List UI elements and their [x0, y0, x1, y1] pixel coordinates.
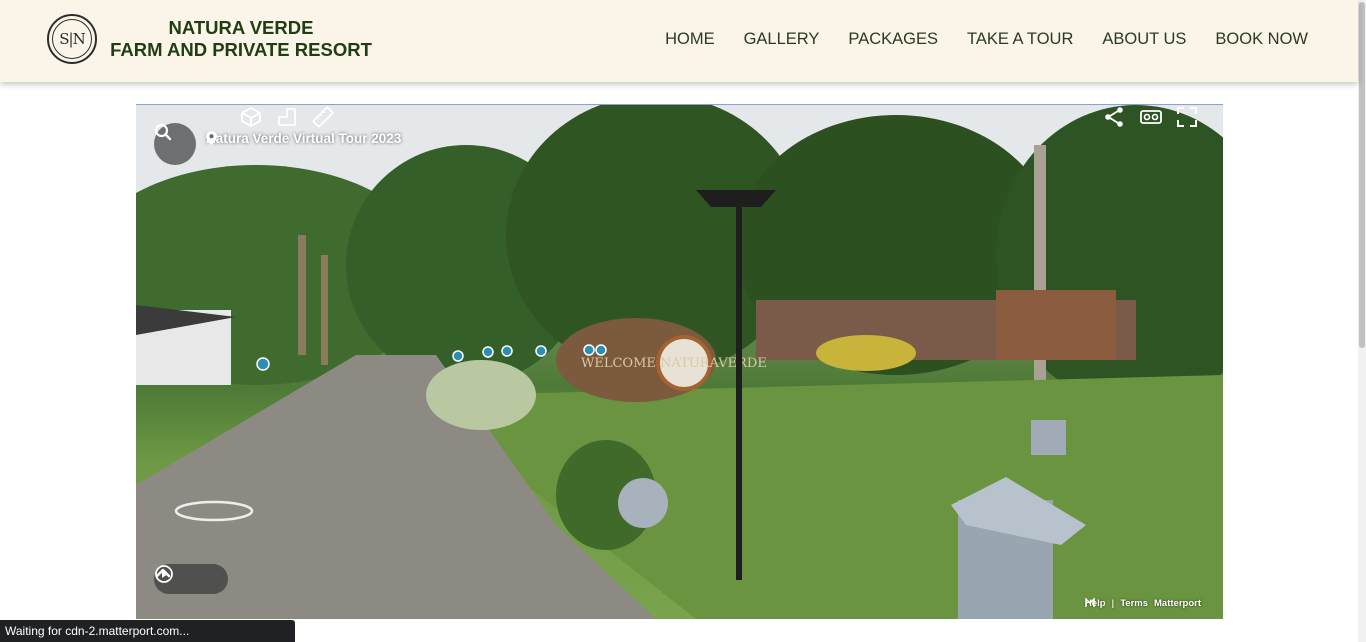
scrollbar-thumb[interactable]: [1359, 2, 1365, 348]
nav-packages[interactable]: PACKAGES: [848, 30, 938, 49]
browser-status-bar: Waiting for cdn-2.matterport.com...: [0, 620, 295, 642]
search-button[interactable]: [154, 123, 196, 165]
virtual-tour-viewer[interactable]: WELCOME NATURAVERDE Natura Verde Virtual…: [136, 104, 1223, 619]
brand-line-1: NATURA VERDE: [168, 17, 314, 38]
logo-monogram: S|N: [52, 19, 92, 59]
logo-icon[interactable]: S|N: [47, 14, 97, 64]
brand-title[interactable]: NATURA VERDE FARM AND PRIVATE RESORT: [108, 17, 374, 61]
share-icon[interactable]: [1102, 105, 1126, 129]
nav-about-us[interactable]: ABOUT US: [1102, 30, 1186, 49]
brand-line-2: FARM AND PRIVATE RESORT: [110, 39, 372, 60]
tour-panorama-scene: WELCOME NATURAVERDE: [136, 105, 1223, 619]
play-icon[interactable]: [154, 564, 174, 584]
footer-separator: |: [1111, 598, 1115, 609]
matterport-label: Matterport: [1154, 598, 1201, 609]
page-scrollbar[interactable]: [1358, 0, 1366, 642]
nav-home[interactable]: HOME: [665, 30, 715, 49]
matterport-link[interactable]: Matterport: [1085, 598, 1201, 609]
nav-gallery[interactable]: GALLERY: [744, 30, 820, 49]
search-icon: [154, 123, 172, 141]
floorplan-icon[interactable]: [275, 105, 299, 129]
measure-icon[interactable]: [311, 105, 335, 129]
site-header: S|N NATURA VERDE FARM AND PRIVATE RESORT…: [0, 0, 1358, 82]
location-pin-icon: [206, 131, 217, 145]
tour-title-text: Natura Verde Virtual Tour 2023: [206, 131, 402, 146]
main-nav: HOME GALLERY PACKAGES TAKE A TOUR ABOUT …: [636, 30, 1308, 49]
tour-playback-controls: [154, 564, 228, 594]
matterport-logo-icon: [1085, 598, 1095, 607]
vr-icon[interactable]: [1139, 105, 1163, 129]
nav-book-now[interactable]: BOOK NOW: [1215, 30, 1308, 49]
nav-take-a-tour[interactable]: TAKE A TOUR: [967, 30, 1073, 49]
terms-link[interactable]: Terms: [1120, 598, 1148, 609]
tour-title: Natura Verde Virtual Tour 2023: [206, 131, 401, 146]
dollhouse-icon[interactable]: [239, 105, 263, 129]
tour-footer-links: Help | Terms Matterport: [1085, 598, 1201, 609]
fullscreen-icon[interactable]: [1175, 105, 1199, 129]
